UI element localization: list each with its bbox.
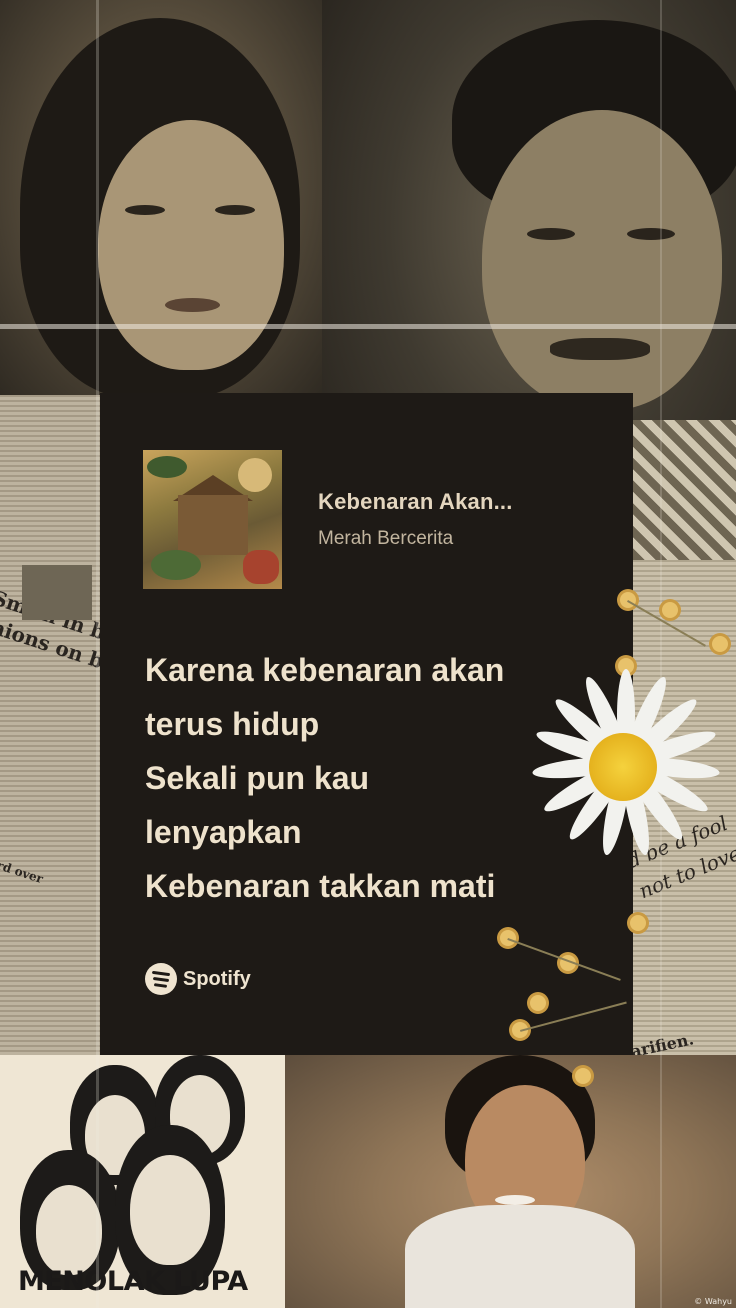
spotify-icon xyxy=(145,963,177,995)
newspaper-photo xyxy=(22,565,92,620)
song-title: Kebenaran Akan... xyxy=(318,489,513,514)
newspaper-text: rd over xyxy=(0,857,45,887)
paper-crease xyxy=(96,0,99,1308)
flower-icon xyxy=(662,602,678,618)
spotify-wordmark: Spotify xyxy=(183,967,251,990)
paper-crease xyxy=(660,0,662,1308)
lyric-line: Kebenaran takkan mati xyxy=(145,868,496,904)
flower-icon xyxy=(630,915,646,931)
paper-crease xyxy=(0,324,736,329)
portrait-woman-photo xyxy=(0,0,322,395)
flower-icon xyxy=(712,636,728,652)
flower-icon xyxy=(530,995,546,1011)
album-cover xyxy=(143,450,282,589)
poster-caption: MENOLAK LUPA xyxy=(18,1266,248,1297)
spotify-logo: Spotify xyxy=(145,961,251,997)
flower-icon xyxy=(575,1068,591,1084)
photo-credit: © Wahyu xyxy=(694,1297,732,1306)
song-artist: Merah Bercerita xyxy=(318,528,454,549)
young-man-photo xyxy=(285,1055,736,1308)
collage: Smith in ba nions on ble rd over d be a … xyxy=(0,0,736,1308)
daisy-flower-icon xyxy=(527,665,723,861)
